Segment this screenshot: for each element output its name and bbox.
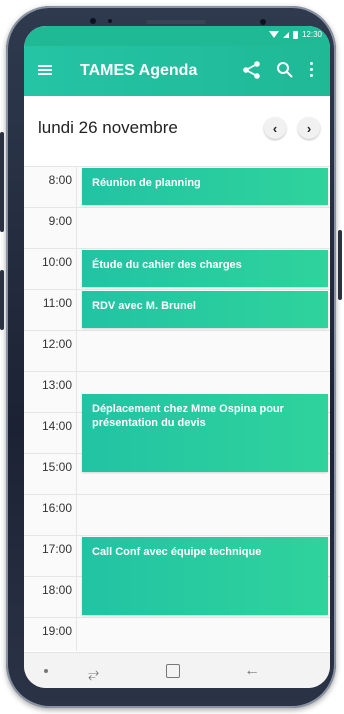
sensor — [260, 19, 266, 25]
hour-label: 11:00 — [42, 296, 72, 310]
share-icon[interactable] — [242, 60, 262, 80]
signal-icon — [282, 31, 289, 38]
next-day-button[interactable]: › — [298, 117, 320, 139]
calendar-event[interactable]: Réunion de planning — [82, 168, 328, 205]
calendar-event[interactable]: Étude du cahier des charges — [82, 250, 328, 287]
status-time: 12:30 — [301, 30, 322, 39]
calendar-event[interactable]: RDV avec M. Brunel — [82, 291, 328, 328]
hour-row[interactable]: 16:00 — [24, 494, 330, 535]
hour-label: 13:00 — [41, 378, 72, 392]
side-key — [338, 230, 342, 300]
hour-row[interactable]: 9:00 — [24, 207, 330, 248]
hour-label: 9:00 — [48, 214, 72, 228]
calendar-event[interactable]: Call Conf avec équipe technique — [82, 537, 328, 615]
hour-label: 15:00 — [41, 460, 72, 474]
hour-label: 16:00 — [41, 501, 72, 515]
home-button-icon[interactable] — [166, 664, 180, 678]
status-bar: 12:30 — [24, 26, 330, 46]
calendar-event[interactable]: Déplacement chez Mme Ospina pour présent… — [82, 393, 328, 472]
back-arrow-icon[interactable]: ← — [244, 662, 260, 680]
front-camera — [90, 18, 96, 24]
battery-icon — [292, 30, 298, 39]
speaker-grill — [146, 20, 206, 24]
previous-day-button[interactable]: ‹ — [264, 117, 286, 139]
hour-label: 12:00 — [41, 337, 72, 351]
hour-label: 18:00 — [41, 583, 72, 597]
hour-label: 14:00 — [41, 419, 72, 433]
hour-label: 19:00 — [41, 624, 72, 638]
more-vertical-icon[interactable] — [308, 62, 314, 78]
sensor — [108, 19, 112, 23]
wifi-icon — [268, 31, 279, 38]
status-icons: 12:30 — [268, 30, 322, 39]
date-header: lundi 26 novembre ‹ › — [24, 96, 330, 154]
hour-label: 17:00 — [41, 542, 72, 556]
day-calendar: 8:00 9:00 10:00 11:00 12:00 13:00 14:00 15:00 16… — [24, 166, 330, 651]
app-title: TAMES Agenda — [80, 62, 198, 79]
screen: 12:30 TAMES Agenda lundi 26 novembre ‹ ›… — [24, 26, 330, 688]
nav-dot-icon — [44, 669, 48, 673]
android-nav-bar: ⥂ ← — [24, 652, 330, 688]
search-icon[interactable] — [276, 61, 294, 79]
menu-icon[interactable] — [38, 65, 52, 75]
hour-row[interactable]: 12:00 — [24, 330, 330, 371]
volume-button — [0, 132, 4, 232]
current-date: lundi 26 novembre — [38, 118, 178, 137]
app-bar: TAMES Agenda — [24, 46, 330, 96]
power-button — [0, 270, 4, 330]
recent-apps-icon[interactable]: ⥂ — [88, 665, 99, 682]
hour-label: 8:00 — [48, 173, 72, 187]
hour-label: 10:00 — [41, 255, 72, 269]
